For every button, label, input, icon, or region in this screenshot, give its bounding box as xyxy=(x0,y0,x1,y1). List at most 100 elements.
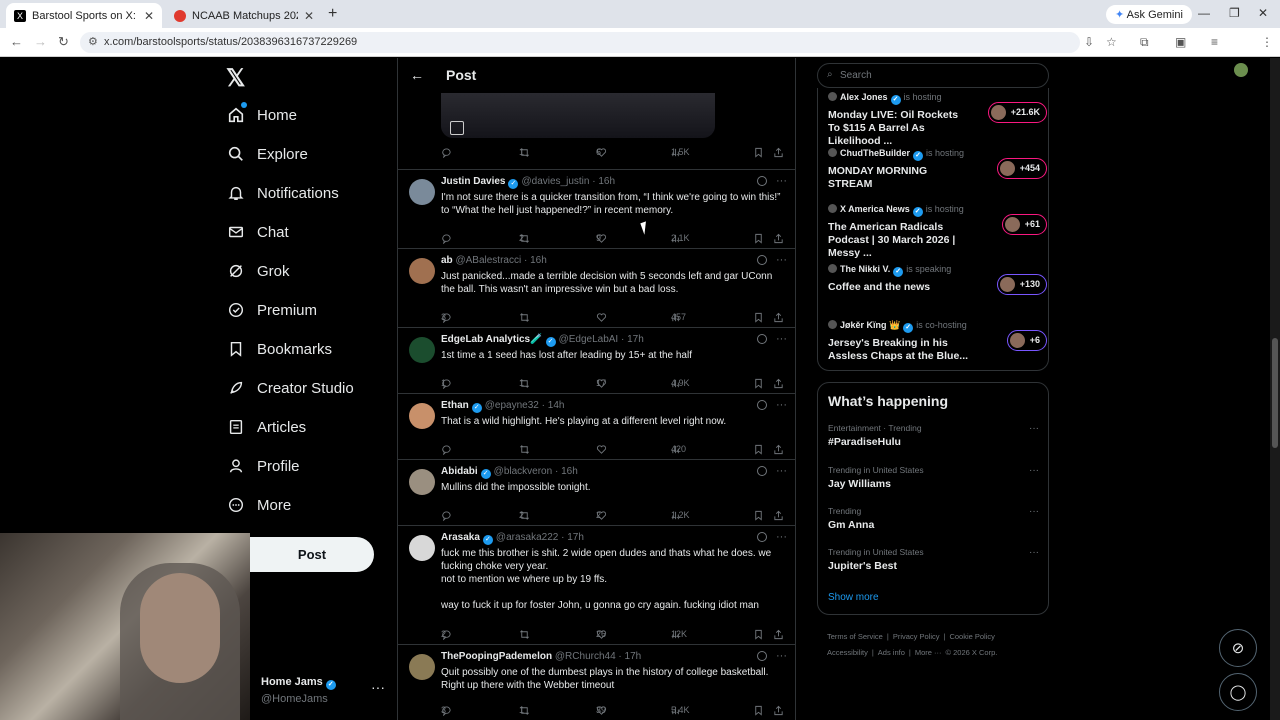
grok-explain-icon[interactable] xyxy=(757,176,767,186)
bookmark-icon[interactable] xyxy=(753,629,767,640)
extensions-icon[interactable]: ⧉ xyxy=(1140,35,1149,50)
share-icon[interactable] xyxy=(773,629,787,640)
author-name[interactable]: Arasaka xyxy=(441,532,480,543)
footer-link[interactable]: © 2026 X Corp. xyxy=(946,648,998,657)
page-scrollbar[interactable] xyxy=(1270,58,1280,720)
x-logo-icon[interactable]: 𝕏 xyxy=(226,64,245,93)
more-options-icon[interactable]: ··· xyxy=(776,254,787,266)
avatar[interactable] xyxy=(409,535,435,561)
more-options-icon[interactable]: ··· xyxy=(776,399,787,411)
show-more-link[interactable]: Show more xyxy=(828,592,879,603)
nav-more[interactable]: More xyxy=(226,495,291,515)
grok-explain-icon[interactable] xyxy=(757,651,767,661)
install-app-icon[interactable]: ⇩ xyxy=(1084,35,1094,49)
tweet[interactable]: Abidabi ✓ @blackveron · 16h ··· Mullins did … xyxy=(398,459,795,525)
trend-more-icon[interactable]: ··· xyxy=(1029,547,1039,558)
maximize-icon[interactable]: ❐ xyxy=(1229,6,1240,20)
video-media[interactable] xyxy=(441,93,715,138)
bookmark-icon[interactable] xyxy=(753,705,767,716)
footer-link[interactable]: Cookie Policy xyxy=(949,632,994,641)
bookmark-icon[interactable] xyxy=(753,510,767,521)
tweet[interactable]: ThePoopingPademelon @RChurch44 · 17h ··· Q… xyxy=(398,644,795,720)
back-icon[interactable]: ← xyxy=(10,34,23,49)
more-options-icon[interactable]: ··· xyxy=(776,175,787,187)
trend-item[interactable]: Trending in United States Jay Williams ··· xyxy=(828,465,1043,490)
forward-icon[interactable]: → xyxy=(34,34,47,49)
nav-bookmarks[interactable]: Bookmarks xyxy=(226,339,332,359)
avatar[interactable] xyxy=(409,179,435,205)
scrollbar-thumb[interactable] xyxy=(1272,338,1278,448)
avatar[interactable] xyxy=(409,469,435,495)
search-input[interactable]: ⌕ Search xyxy=(817,63,1049,88)
listener-pill[interactable]: +21.6K xyxy=(987,102,1047,123)
trend-item[interactable]: Trending Gm Anna ··· xyxy=(828,506,1043,531)
share-icon[interactable] xyxy=(773,147,787,158)
live-space[interactable]: The Nikki V. ✓ is speaking Coffee and the n… xyxy=(828,264,1047,295)
listener-pill[interactable]: +454 xyxy=(996,158,1047,179)
more-options-icon[interactable]: ··· xyxy=(776,650,787,662)
author-name[interactable]: ThePoopingPademelon xyxy=(441,651,552,662)
nav-profile[interactable]: Profile xyxy=(226,456,300,476)
trend-item[interactable]: Entertainment · Trending #ParadiseHulu ··· xyxy=(828,423,1043,448)
grok-explain-icon[interactable] xyxy=(757,400,767,410)
nav-premium[interactable]: Premium xyxy=(226,300,317,320)
nav-articles[interactable]: Articles xyxy=(226,417,306,437)
browser-menu-icon[interactable]: ⋮ xyxy=(1261,35,1273,49)
account-switcher[interactable]: Home Jams ✓ @HomeJams xyxy=(261,676,339,705)
trend-more-icon[interactable]: ··· xyxy=(1029,465,1039,476)
author-name[interactable]: Abidabi xyxy=(441,466,478,477)
split-view-icon[interactable]: ▣ xyxy=(1175,35,1186,49)
bookmark-star-icon[interactable]: ☆ xyxy=(1106,35,1117,49)
tweet[interactable]: Ethan ✓ @epayne32 · 14h ··· That is a wild h… xyxy=(398,393,795,459)
trend-item[interactable]: Trending in United States Jupiter's Best ·… xyxy=(828,547,1043,572)
avatar[interactable] xyxy=(409,337,435,363)
trend-more-icon[interactable]: ··· xyxy=(1029,423,1039,434)
close-window-icon[interactable]: ✕ xyxy=(1258,6,1268,20)
more-options-icon[interactable]: ··· xyxy=(776,333,787,345)
more-options-icon[interactable]: ··· xyxy=(776,531,787,543)
more-options-icon[interactable]: ··· xyxy=(776,465,787,477)
share-icon[interactable] xyxy=(773,233,787,244)
avatar[interactable] xyxy=(409,258,435,284)
grok-fab-button[interactable]: ⊘ xyxy=(1219,629,1257,667)
reload-icon[interactable]: ↻ xyxy=(58,34,69,50)
profile-avatar-icon[interactable] xyxy=(1234,63,1248,77)
footer-link[interactable]: Ads info xyxy=(878,648,905,657)
footer-link[interactable]: Terms of Service xyxy=(827,632,883,641)
live-space[interactable]: Jøkěr Kïng 👑 ✓ is co-hosting Jersey's Break… xyxy=(828,320,1047,363)
author-name[interactable]: EdgeLab Analytics🧪 xyxy=(441,334,543,345)
tab-ncaab[interactable]: NCAAB Matchups 2025-2026 - ✕ xyxy=(166,3,322,28)
bookmark-icon[interactable] xyxy=(753,312,767,323)
tweet-time[interactable]: 17h xyxy=(627,334,644,345)
nav-explore[interactable]: Explore xyxy=(226,144,308,164)
grok-explain-icon[interactable] xyxy=(757,466,767,476)
chat-fab-button[interactable]: ◯ xyxy=(1219,673,1257,711)
site-info-icon[interactable]: ⚙ xyxy=(88,35,98,48)
footer-link[interactable]: Privacy Policy xyxy=(893,632,940,641)
tweet-time[interactable]: 16h xyxy=(530,255,547,266)
new-tab-icon[interactable]: + xyxy=(328,5,337,23)
tab-barstool[interactable]: X Barstool Sports on X: "THE UCO ✕ xyxy=(6,3,162,28)
author-name[interactable]: ab xyxy=(441,255,453,266)
tweet[interactable]: ab @ABalestracci · 16h ··· Just panicked..… xyxy=(398,248,795,327)
live-space[interactable]: X America News ✓ is hosting The American Ra… xyxy=(828,204,1047,260)
avatar[interactable] xyxy=(409,654,435,680)
ask-gemini-button[interactable]: ✦ Ask Gemini xyxy=(1106,5,1192,24)
author-name[interactable]: Justin Davies xyxy=(441,176,505,187)
bookmark-icon[interactable] xyxy=(753,147,767,158)
share-icon[interactable] xyxy=(773,444,787,455)
nav-notifications[interactable]: Notifications xyxy=(226,183,339,203)
close-tab-icon[interactable]: ✕ xyxy=(304,9,314,23)
trend-more-icon[interactable]: ··· xyxy=(1029,506,1039,517)
bookmark-icon[interactable] xyxy=(753,233,767,244)
author-name[interactable]: Ethan xyxy=(441,400,469,411)
footer-link[interactable]: Accessibility xyxy=(827,648,868,657)
close-tab-icon[interactable]: ✕ xyxy=(144,9,154,23)
tweet-time[interactable]: 16h xyxy=(598,176,615,187)
nav-chat[interactable]: Chat xyxy=(226,222,289,242)
nav-creator-studio[interactable]: Creator Studio xyxy=(226,378,354,398)
listener-pill[interactable]: +61 xyxy=(1001,214,1047,235)
tweet-time[interactable]: 16h xyxy=(561,466,578,477)
bookmark-icon[interactable] xyxy=(753,378,767,389)
tweet[interactable]: Arasaka ✓ @arasaka222 · 17h ··· fuck me this… xyxy=(398,525,795,644)
